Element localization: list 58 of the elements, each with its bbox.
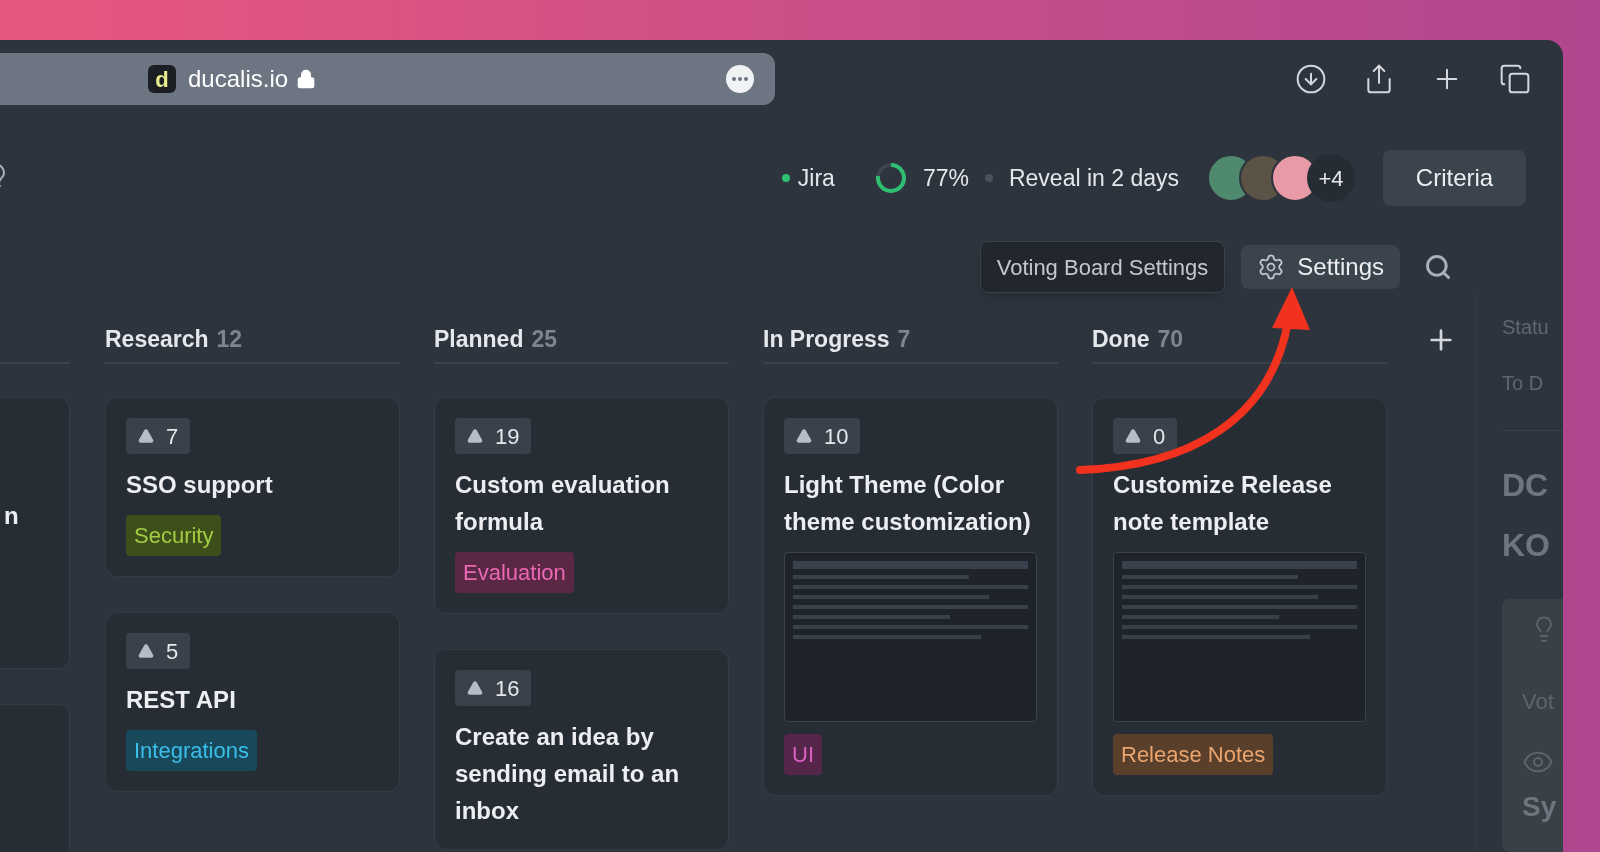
- vote-button[interactable]: 5: [126, 633, 191, 669]
- idea-card[interactable]: 19 Custom evaluation formula Evaluation: [434, 397, 729, 614]
- more-members-count[interactable]: +4: [1307, 154, 1355, 202]
- integration-label: Jira: [797, 163, 835, 193]
- more-icon[interactable]: [725, 64, 755, 94]
- url-text: ducalis.io: [188, 64, 289, 94]
- upvote-icon: [796, 428, 812, 444]
- vote-button[interactable]: 7: [126, 418, 191, 454]
- site-favicon: d: [148, 65, 176, 93]
- idea-card[interactable]: 0 Customize Release note template Release Notes: [1092, 397, 1387, 796]
- section-title: Sy: [1522, 789, 1557, 824]
- idea-card[interactable]: 10 Light Theme (Color theme customization) UI: [763, 397, 1058, 796]
- idea-card[interactable]: 16 Create an idea by sending email to an inbox: [434, 649, 729, 850]
- tag: Release Notes: [1113, 734, 1274, 775]
- column-count: 70: [1157, 325, 1184, 354]
- address-bar[interactable]: d ducalis.io: [0, 53, 775, 105]
- card-title: Create an idea by sending email to an inbox: [455, 722, 681, 826]
- tag: Integrations: [126, 730, 257, 771]
- vote-button[interactable]: 19: [455, 418, 532, 454]
- idea-card[interactable]: n: [0, 397, 70, 669]
- panel-heading: DC: [1502, 465, 1550, 505]
- criteria-button[interactable]: Criteria: [1383, 150, 1526, 206]
- upvote-icon: [1125, 428, 1141, 444]
- column-title: Planned: [434, 325, 524, 354]
- vote-button[interactable]: 0: [1113, 418, 1178, 454]
- card-title: Light Theme (Color theme customization): [784, 470, 1032, 537]
- vote-button[interactable]: 10: [784, 418, 861, 454]
- column-count: 7: [897, 325, 911, 354]
- tag: UI: [784, 734, 822, 775]
- reveal-countdown: Reveal in 2 days: [1008, 163, 1179, 193]
- panel-heading: KO: [1502, 525, 1551, 565]
- column-count: 25: [531, 325, 558, 354]
- column-title: Done: [1092, 325, 1150, 354]
- card-title: SSO support: [126, 470, 274, 500]
- card-title: Custom evaluation formula: [455, 470, 671, 537]
- vote-button[interactable]: 16: [455, 670, 532, 706]
- card-title: n: [4, 501, 19, 531]
- idea-card[interactable]: 5 REST API Integrations: [105, 612, 400, 792]
- card-title: Customize Release note template: [1113, 470, 1333, 537]
- card-title: REST API: [126, 685, 237, 715]
- tag: Security: [126, 515, 222, 556]
- upvote-icon: [467, 428, 483, 444]
- search-icon[interactable]: [1424, 253, 1452, 281]
- tabs-icon[interactable]: [1499, 63, 1531, 95]
- tooltip: Voting Board Settings: [979, 241, 1226, 293]
- lock-icon: [296, 67, 317, 91]
- download-icon[interactable]: [1295, 63, 1327, 95]
- upvote-icon: [467, 680, 483, 696]
- upvote-icon: [138, 428, 154, 444]
- progress-percent: 77%: [922, 163, 969, 193]
- idea-card[interactable]: 7 SSO support Security: [105, 397, 400, 577]
- upvote-icon: [138, 643, 154, 659]
- column-count: 12: [216, 325, 243, 354]
- tag: Evaluation: [455, 552, 574, 593]
- column-title: Research: [105, 325, 209, 354]
- progress-ring: [874, 162, 907, 194]
- column-title: In Progress: [763, 325, 890, 354]
- settings-button[interactable]: Settings: [1241, 245, 1400, 289]
